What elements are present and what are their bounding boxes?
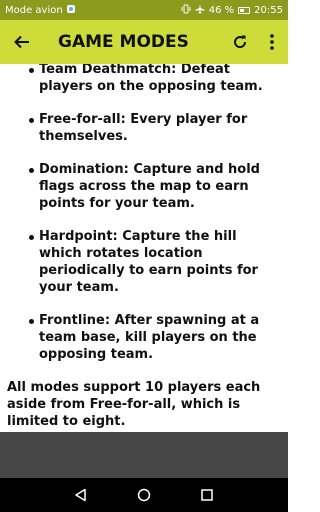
bullet-icon — [29, 168, 34, 173]
battery-icon — [238, 6, 251, 14]
recents-square-icon — [200, 489, 213, 501]
app-toolbar: GAME MODES — [0, 20, 288, 64]
home-circle-icon — [137, 488, 151, 502]
status-time: 20:55 — [254, 4, 283, 16]
game-modes-content[interactable]: Team Deathmatch: Defeat players on the o… — [0, 64, 288, 432]
refresh-button[interactable] — [224, 20, 256, 64]
page-title: GAME MODES — [58, 32, 189, 52]
refresh-icon — [234, 35, 247, 49]
summary-text: All modes support 10 players each aside … — [7, 380, 261, 429]
system-navigation-bar — [0, 478, 288, 512]
bullet-icon — [29, 235, 34, 240]
airplane-mode-icon — [195, 4, 205, 17]
more-options-button[interactable] — [256, 20, 288, 64]
battery-percent: 46 % — [208, 4, 235, 16]
status-bar: Mode avion 46 % 20:55 — [0, 0, 288, 20]
mode-text: Free-for-all: Every player for themselve… — [39, 112, 248, 144]
bullet-icon — [29, 118, 34, 123]
vibrate-icon — [181, 4, 191, 17]
list-item: Team Deathmatch: Defeat players on the o… — [0, 64, 288, 95]
list-item: Free-for-all: Every player for themselve… — [0, 111, 288, 145]
bottom-banner-area — [0, 432, 288, 478]
back-triangle-icon — [75, 488, 87, 502]
nav-home-button[interactable] — [129, 480, 159, 510]
notification-icon — [66, 4, 76, 17]
list-item: Domination: Capture and hold flags acros… — [0, 161, 288, 212]
bullet-icon — [29, 319, 34, 324]
mode-text: Team Deathmatch: Defeat players on the o… — [39, 64, 263, 94]
nav-recents-button[interactable] — [192, 480, 222, 510]
list-item: Frontline: After spawning at a team base… — [0, 312, 288, 363]
mode-text: Frontline: After spawning at a team base… — [39, 313, 260, 362]
back-button[interactable] — [0, 20, 44, 64]
back-arrow-icon — [14, 35, 29, 49]
mode-text: Hardpoint: Capture the hill which rotate… — [39, 229, 258, 295]
mode-text: Domination: Capture and hold flags acros… — [39, 162, 260, 211]
game-modes-list: Team Deathmatch: Defeat players on the o… — [0, 64, 288, 363]
carrier-text: Mode avion — [5, 4, 63, 16]
more-vert-icon — [270, 34, 274, 50]
nav-back-button[interactable] — [66, 480, 96, 510]
bullet-icon — [29, 68, 34, 73]
list-item: Hardpoint: Capture the hill which rotate… — [0, 228, 288, 296]
